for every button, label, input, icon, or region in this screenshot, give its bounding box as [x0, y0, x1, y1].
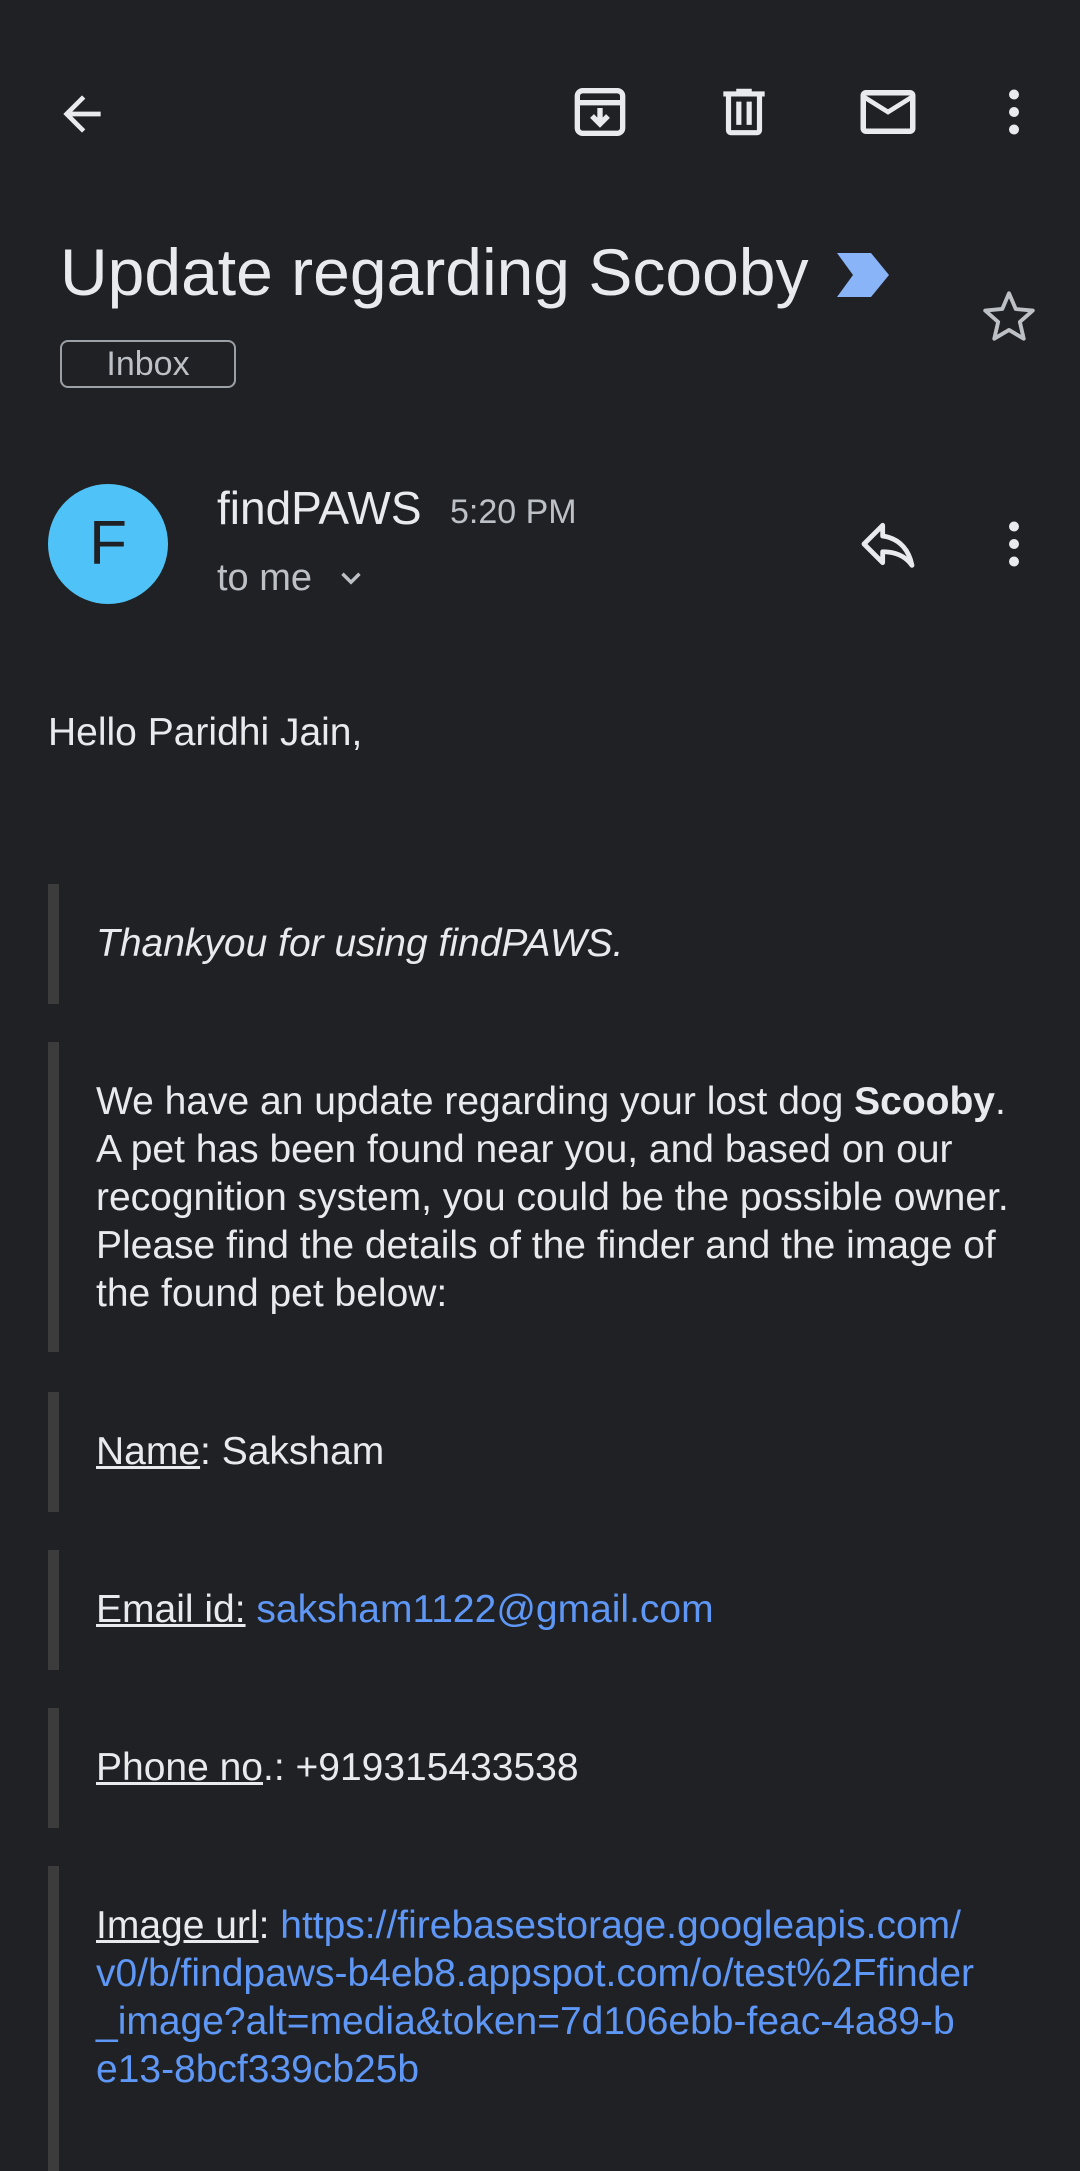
message-time: 5:20 PM: [450, 493, 577, 531]
name-label: Name: [96, 1430, 201, 1473]
thanks-block: Thankyou for using findPAWS.: [48, 884, 1028, 1004]
update-text: We have an update regarding your lost do…: [96, 1042, 1028, 1352]
image-url-block: Image url: https://firebasestorage.googl…: [48, 1866, 1028, 2171]
thanks-text: Thankyou for using findPAWS.: [96, 922, 624, 965]
back-button[interactable]: [40, 72, 124, 156]
image-url-separator: :: [258, 1904, 281, 1947]
more-options-button[interactable]: [984, 70, 1044, 154]
delete-button[interactable]: [704, 70, 784, 154]
phone-label: Phone no: [96, 1746, 263, 1789]
more-vert-icon: [1009, 89, 1019, 135]
archive-icon: [574, 88, 626, 136]
dog-name: Scooby: [854, 1080, 995, 1123]
inbox-label[interactable]: Inbox: [60, 340, 236, 388]
arrow-back-icon: [63, 95, 101, 133]
reply-icon: [861, 522, 915, 568]
email-subject: Update regarding Scooby: [60, 232, 940, 314]
delete-icon: [723, 88, 765, 136]
update-text-part1: We have an update regarding your lost do…: [96, 1080, 855, 1123]
subject-title: Update regarding Scooby: [60, 235, 809, 309]
chevron-down-icon: [341, 572, 361, 585]
sender-name: findPAWS: [217, 482, 422, 534]
finder-name-block: Name: Saksham: [48, 1392, 1028, 1512]
message-more-button[interactable]: [984, 508, 1044, 580]
reply-button[interactable]: [852, 508, 924, 580]
recipient-label: to me: [217, 557, 313, 599]
star-outline-icon: [983, 291, 1035, 341]
image-url-label: Image url: [96, 1904, 259, 1947]
phone-value: .: +919315433538: [263, 1746, 579, 1789]
finder-phone-block: Phone no.: +919315433538: [48, 1708, 1028, 1828]
email-label: Email id:: [96, 1588, 246, 1631]
finder-email-block: Email id: saksham1122@gmail.com: [48, 1550, 1028, 1670]
top-app-bar: [0, 0, 1080, 220]
mark-unread-button[interactable]: [846, 70, 930, 154]
name-value: : Saksham: [200, 1430, 385, 1473]
archive-button[interactable]: [560, 70, 640, 154]
important-marker-icon[interactable]: [835, 234, 891, 314]
sender-avatar[interactable]: F: [48, 484, 168, 604]
mail-icon: [860, 90, 916, 134]
email-link[interactable]: saksham1122@gmail.com: [256, 1588, 713, 1631]
star-button[interactable]: [978, 286, 1040, 348]
greeting: Hello Paridhi Jain,: [48, 711, 363, 754]
update-block: We have an update regarding your lost do…: [48, 1042, 1028, 1352]
more-vert-icon: [1009, 521, 1019, 567]
recipient-details-toggle[interactable]: to me: [217, 552, 368, 604]
